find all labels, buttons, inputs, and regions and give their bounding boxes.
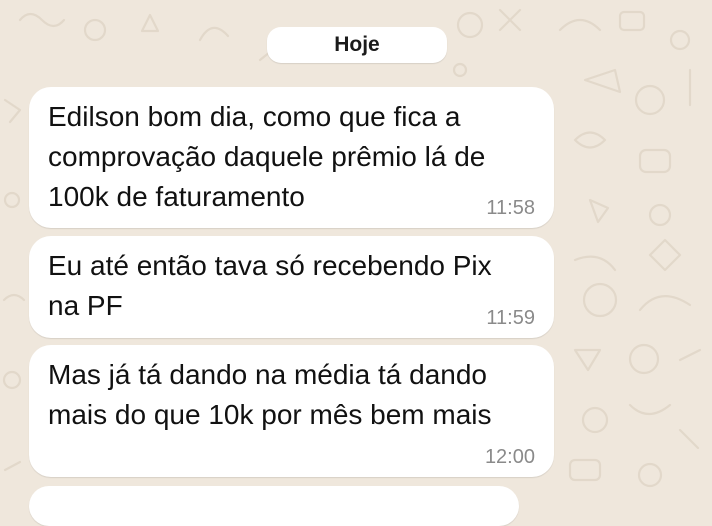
message-bubble-partial[interactable] [29,486,519,526]
message-bubble[interactable]: Edilson bom dia, como que fica a comprov… [29,87,554,228]
date-separator: Hoje [267,27,447,63]
message-text: Mas já tá dando na média tá dando mais d… [48,359,492,430]
message-timestamp: 12:00 [484,446,535,468]
date-separator-label: Hoje [334,33,380,56]
message-timestamp: 11:59 [486,307,535,329]
message-timestamp: 11:58 [486,197,535,219]
message-bubble[interactable]: Mas já tá dando na média tá dando mais d… [29,345,554,477]
message-text: Edilson bom dia, como que fica a comprov… [48,101,486,212]
message-bubble[interactable]: Eu até então tava só recebendo Pix na PF… [29,236,554,338]
message-text: Eu até então tava só recebendo Pix na PF [48,250,492,321]
